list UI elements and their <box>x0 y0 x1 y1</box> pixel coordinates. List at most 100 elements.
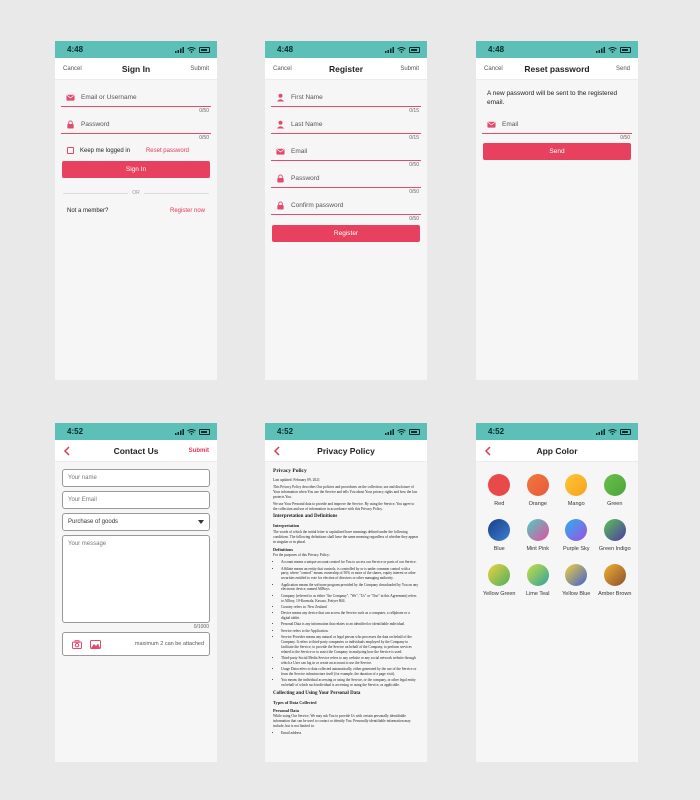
color-name: Yellow Green <box>482 591 516 597</box>
lock-icon <box>67 120 74 129</box>
list-item: Email address <box>281 731 419 736</box>
color-swatch[interactable]: Green Indigo <box>596 519 635 552</box>
lock-icon <box>277 201 284 210</box>
message-textarea[interactable]: Your message <box>62 535 210 623</box>
camera-icon[interactable] <box>72 639 82 649</box>
message-counter: 0/1000 <box>193 624 209 630</box>
color-swatch[interactable]: Blue <box>480 519 519 552</box>
send-nav-button[interactable]: Send <box>616 66 630 72</box>
subsection-heading: Types of Data Collected <box>273 699 317 705</box>
wifi-icon <box>608 428 617 435</box>
definition-item: Device means any device that can access … <box>281 611 419 621</box>
color-circle <box>565 564 588 586</box>
submit-button[interactable]: Submit <box>400 66 419 72</box>
email-field[interactable]: Email or Username <box>61 89 211 107</box>
cancel-button[interactable]: Cancel <box>484 66 503 72</box>
status-icons <box>596 46 631 53</box>
subject-value: Purchase of goods <box>68 519 119 525</box>
keep-logged-label: Keep me logged in <box>80 148 131 155</box>
reset-password-screen: 4:48 Cancel Reset password Send A new pa… <box>476 41 638 380</box>
color-swatch[interactable]: Yellow Green <box>480 564 519 597</box>
last-name-counter: 0/15 <box>409 135 419 141</box>
definition-item: Affiliate means an entity that controls,… <box>281 567 419 582</box>
email-input[interactable]: Your Email <box>62 491 210 509</box>
email-field[interactable]: Email <box>482 116 632 134</box>
color-swatch[interactable]: Mint Pink <box>519 519 558 552</box>
color-circle <box>526 519 549 541</box>
status-bar: 4:48 <box>476 41 638 58</box>
status-time: 4:48 <box>67 45 84 54</box>
status-time: 4:52 <box>488 427 505 436</box>
color-swatch[interactable]: Lime Teal <box>519 564 558 597</box>
not-member-text: Not a member? <box>67 208 109 215</box>
color-swatch[interactable]: Amber Brown <box>596 564 635 597</box>
privacy-screen: 4:52 Privacy Policy Privacy Policy Last … <box>265 423 427 762</box>
cancel-button[interactable]: Cancel <box>63 66 82 72</box>
password-field[interactable]: Password <box>61 116 211 134</box>
status-bar: 4:52 <box>476 423 638 440</box>
policy-paragraph: For the purposes of this Privacy Policy: <box>273 553 330 558</box>
policy-updated: Last updated: February 09, 2021 <box>273 478 320 483</box>
subject-select[interactable]: Purchase of goods <box>62 513 210 531</box>
mail-icon <box>276 148 285 155</box>
battery-icon <box>199 428 210 435</box>
definition-item: Company (referred to as either "the Comp… <box>281 594 419 604</box>
back-arrow-icon[interactable] <box>273 445 281 456</box>
color-swatch[interactable]: Red <box>480 474 519 507</box>
send-button[interactable]: Send <box>483 142 631 160</box>
back-arrow-icon[interactable] <box>484 445 492 456</box>
confirm-password-label: Confirm password <box>291 202 344 209</box>
register-button[interactable]: Register <box>272 225 420 242</box>
cancel-button[interactable]: Cancel <box>273 66 292 72</box>
page-title: App Color <box>536 445 578 456</box>
password-counter: 0/50 <box>409 189 419 195</box>
battery-icon <box>620 428 631 435</box>
submit-button[interactable]: Submit <box>190 66 209 72</box>
last-name-field[interactable]: Last Name <box>271 116 421 134</box>
color-swatch[interactable]: Mango <box>557 474 596 507</box>
mail-icon <box>487 121 496 128</box>
navbar: App Color <box>476 440 638 462</box>
color-swatch[interactable]: Green <box>596 474 635 507</box>
keep-logged-checkbox[interactable]: Keep me logged in <box>67 147 130 154</box>
lock-icon <box>277 174 284 183</box>
password-label: Password <box>81 121 110 128</box>
email-field[interactable]: Email <box>271 143 421 161</box>
status-bar: 4:48 <box>55 41 217 58</box>
name-input[interactable]: Your name <box>62 469 210 487</box>
color-circle <box>488 519 511 541</box>
subsection-heading: Personal Data <box>273 707 299 713</box>
policy-paragraph: We use Your Personal data to provide and… <box>273 501 415 511</box>
back-arrow-icon[interactable] <box>63 445 71 456</box>
reset-password-link[interactable]: Reset password <box>146 148 189 154</box>
confirm-password-field[interactable]: Confirm password <box>271 197 421 215</box>
signal-icon <box>385 46 394 53</box>
signal-icon <box>596 46 605 53</box>
color-circle <box>565 519 588 541</box>
color-swatch[interactable]: Purple Sky <box>557 519 596 552</box>
subsection-heading: Interpretation <box>273 523 300 529</box>
submit-button[interactable]: Submit <box>189 448 209 454</box>
color-name: Orange <box>528 501 547 507</box>
image-icon[interactable] <box>90 639 101 649</box>
signal-icon <box>385 428 394 435</box>
contact-screen: 4:52 Contact Us Submit Your name Your Em… <box>55 423 217 762</box>
register-now-link[interactable]: Register now <box>170 208 205 214</box>
page-title: Privacy Policy <box>317 445 375 456</box>
policy-paragraph: The words of which the initial letter is… <box>273 530 419 544</box>
password-field[interactable]: Password <box>271 170 421 188</box>
signin-button[interactable]: Sign In <box>62 161 210 179</box>
policy-paragraph: While using Our Service, We may ask You … <box>273 714 411 729</box>
color-swatch[interactable]: Yellow Blue <box>557 564 596 597</box>
message-placeholder: Your message <box>68 541 107 547</box>
status-time: 4:52 <box>67 427 84 436</box>
status-time: 4:52 <box>277 427 294 436</box>
color-circle <box>603 474 626 496</box>
status-icons <box>385 428 420 435</box>
section-heading: Collecting and Using Your Personal Data <box>273 691 361 697</box>
person-icon <box>276 93 285 102</box>
first-name-field[interactable]: First Name <box>271 89 421 107</box>
color-swatch[interactable]: Orange <box>519 474 558 507</box>
register-row: Not a member? Register now <box>55 208 217 214</box>
person-icon <box>276 120 285 129</box>
